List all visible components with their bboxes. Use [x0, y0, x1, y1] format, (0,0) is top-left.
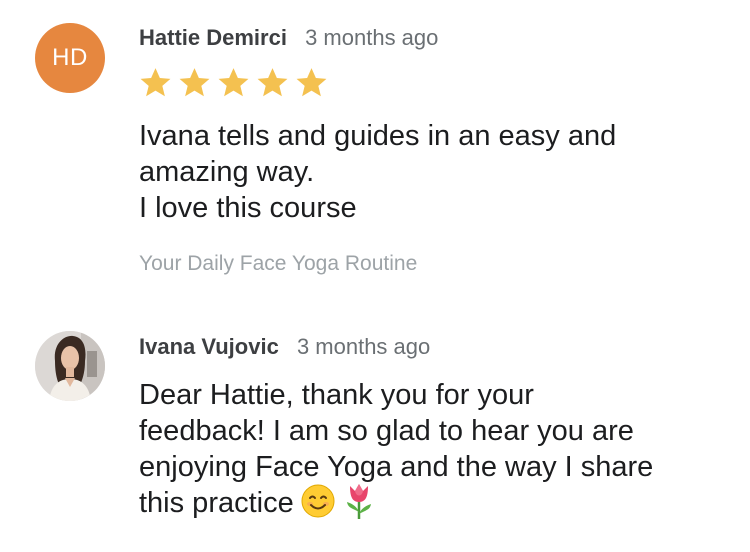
- reply-text: Dear Hattie, thank you for your feedback…: [139, 377, 729, 523]
- review-text-line: Ivana tells and guides in an easy and: [139, 120, 617, 152]
- smiling-face-emoji-icon: [300, 483, 336, 519]
- avatar[interactable]: HD: [35, 23, 105, 93]
- avatar-initials: HD: [52, 44, 88, 71]
- star-icon: [216, 66, 251, 98]
- instructor-photo-icon: [35, 331, 105, 401]
- review-header: Hattie Demirci 3 months ago: [139, 25, 438, 51]
- star-icon: [294, 66, 329, 98]
- reply-text-line: this practice: [139, 487, 294, 519]
- reply-text-line: Dear Hattie, thank you for your: [139, 379, 534, 411]
- reply-text-line: feedback! I am so glad to hear you are: [139, 415, 634, 447]
- tulip-emoji-icon: [342, 482, 376, 520]
- course-name[interactable]: Your Daily Face Yoga Routine: [139, 252, 417, 276]
- star-icon: [177, 66, 212, 98]
- review-text: Ivana tells and guides in an easy and am…: [139, 118, 729, 226]
- reply-text-line-last: this practice: [139, 482, 729, 523]
- instructor-avatar[interactable]: [35, 331, 105, 401]
- review-timestamp: 3 months ago: [305, 25, 439, 50]
- review-text-line: I love this course: [139, 192, 357, 224]
- review-text-line: amazing way.: [139, 156, 315, 188]
- reply-text-line: enjoying Face Yoga and the way I share: [139, 451, 654, 483]
- star-icon: [138, 66, 173, 98]
- reply-header: Ivana Vujovic 3 months ago: [139, 334, 430, 360]
- review-author-name: Hattie Demirci: [139, 25, 287, 50]
- star-rating: [138, 66, 329, 98]
- reply-author-name: Ivana Vujovic: [139, 334, 279, 359]
- reply-timestamp: 3 months ago: [296, 334, 431, 359]
- star-icon: [255, 66, 290, 98]
